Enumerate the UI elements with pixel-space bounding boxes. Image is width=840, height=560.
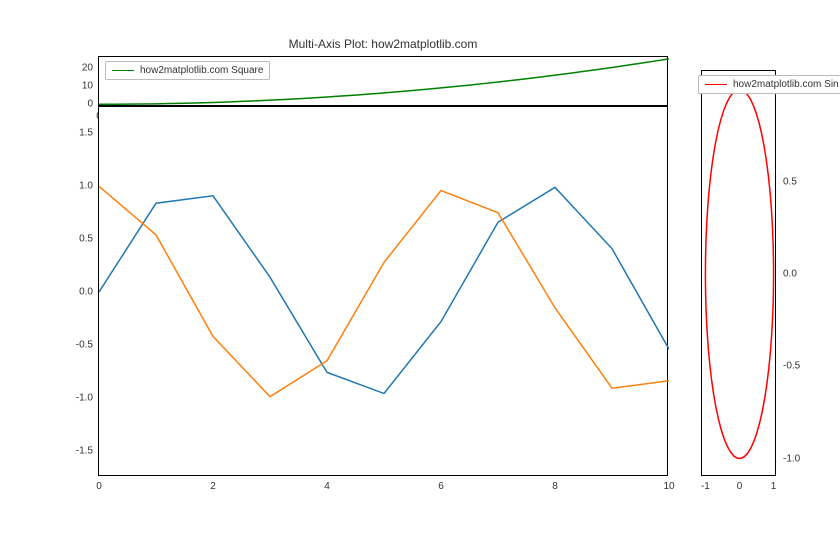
xtick: 2 [210,481,216,492]
xtick: -1 [701,481,710,492]
ytick: 0.0 [69,287,93,298]
legend-square-label: how2matplotlib.com Square [140,65,263,76]
ytick: 10 [69,81,93,92]
xtick: 10 [663,481,674,492]
axes-right: how2matplotlib.com Sin vs Cos -101-1.0-0… [701,70,776,476]
legend-sincos-label: how2matplotlib.com Sin vs Cos [733,79,840,90]
legend-line-icon [112,70,134,71]
xtick: 8 [552,481,558,492]
ytick: -0.5 [69,339,93,350]
ytick: -0.5 [783,361,800,372]
xtick: 0 [96,481,102,492]
legend-sincos: how2matplotlib.com Sin vs Cos [698,75,840,94]
right-plot-svg [702,71,777,477]
ytick: 0.5 [783,176,797,187]
xtick: 4 [324,481,330,492]
ytick: -1.5 [69,445,93,456]
figure-title: Multi-Axis Plot: how2matplotlib.com [99,37,667,51]
series-sin [99,187,669,393]
axes-main: 0246810-1.5-1.0-0.50.00.51.01.5 [98,106,668,476]
ytick: 1.5 [69,128,93,139]
xtick: 0 [737,481,743,492]
series-how2matplotlib.com Sin vs Cos [705,89,773,458]
ytick: 1.5 [783,0,797,3]
xtick: 6 [438,481,444,492]
main-plot-svg [99,107,669,477]
legend-line-icon [705,84,727,85]
ytick: -1.0 [783,453,800,464]
ytick: 0 [69,99,93,110]
ytick: 0.0 [783,269,797,280]
ytick: 1.0 [69,181,93,192]
axes-top: Multi-Axis Plot: how2matplotlib.com how2… [98,56,668,106]
xtick: 1 [771,481,777,492]
ytick: 0.5 [69,234,93,245]
ytick: 20 [69,62,93,73]
figure: Multi-Axis Plot: how2matplotlib.com how2… [0,0,840,560]
ytick: -1.0 [69,392,93,403]
legend-square: how2matplotlib.com Square [105,61,270,80]
